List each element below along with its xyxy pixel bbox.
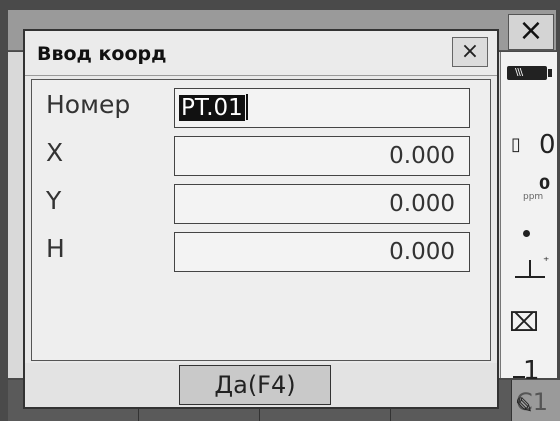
status-panel: \\\ ▯ 0 0 ppm ⁺ ⌧ 1 ✎ xyxy=(500,52,557,419)
number-input[interactable]: PT.01 xyxy=(174,88,470,128)
x-input[interactable]: 0.000 xyxy=(174,136,470,176)
level-value: 1 xyxy=(523,356,540,386)
edit-icon: ✎ xyxy=(515,394,534,419)
label-y: Y xyxy=(46,186,62,215)
label-x: X xyxy=(46,138,64,167)
battery-icon: \\\ xyxy=(507,66,552,80)
label-number: Номер xyxy=(46,90,131,119)
dialog-title: Ввод коорд xyxy=(37,43,167,65)
dialog-titlebar: Ввод коорд × xyxy=(25,31,497,76)
laser-dot-icon xyxy=(523,230,530,237)
tilt-plus-icon: ⁺ xyxy=(543,254,550,268)
instrument-icon: ⌧ xyxy=(509,308,539,338)
prism-constant: 0 xyxy=(539,130,556,160)
level-underline xyxy=(513,376,525,378)
h-input[interactable]: 0.000 xyxy=(174,232,470,272)
tilt-icon xyxy=(515,260,545,278)
coordinate-input-dialog: Ввод коорд × Номер PT.01 X 0.000 Y 0.000… xyxy=(23,29,499,409)
text-cursor xyxy=(245,94,248,120)
ppm-unit: ppm xyxy=(523,192,544,202)
number-input-value: PT.01 xyxy=(179,95,245,121)
label-h: H xyxy=(46,234,65,263)
ok-button[interactable]: Да(F4) xyxy=(179,365,331,405)
prism-icon: ▯ xyxy=(511,134,521,155)
dialog-close-button[interactable]: × xyxy=(452,37,488,67)
dialog-form: Номер PT.01 X 0.000 Y 0.000 H 0.000 xyxy=(31,79,491,361)
y-input[interactable]: 0.000 xyxy=(174,184,470,224)
ppm-value: 0 xyxy=(539,174,551,193)
dialog-footer: Да(F4) xyxy=(25,363,497,407)
background-close-button[interactable]: × xyxy=(508,14,554,50)
